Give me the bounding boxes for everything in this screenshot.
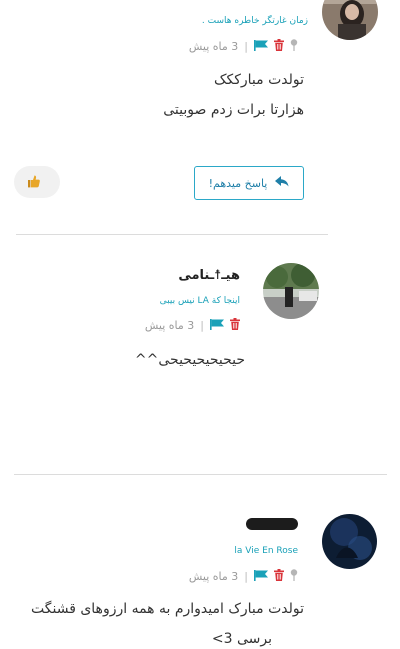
pin-icon[interactable] [290,39,298,54]
comment-line: تولدت مبارک امیدوارم به همه ارزوهای قشنگ… [31,601,304,617]
user-subtitle: زمان غارتگر خاطره هاست . [201,16,308,26]
comment-meta: | 3 ماه پیش [189,569,298,584]
comment-line: برسی 3> [211,631,272,647]
comment-divider [16,234,328,235]
meta-separator: | [244,570,248,583]
user-subtitle: اینجا کة LA نیس بیبی [159,296,240,306]
comment-time: 3 ماه پیش [188,40,239,53]
comment-line: حیحیحیحیحیحی^^ [134,352,245,368]
username-scribble [246,518,298,530]
pin-icon[interactable] [290,569,298,584]
comment-time: 3 ماه پیش [144,319,195,332]
delete-icon[interactable] [274,569,284,584]
avatar[interactable] [263,263,319,319]
flag-icon[interactable] [254,39,268,54]
username[interactable]: هیـ☨ـنامی [178,268,240,283]
thumbs-up-icon [28,173,40,192]
meta-separator: | [244,40,248,53]
delete-icon[interactable] [230,318,240,333]
comment-line: هزارتا برات زدم صوبیتی [163,102,304,118]
reply-button[interactable]: پاسخ میدهم! [194,166,304,200]
like-button[interactable] [14,166,60,198]
delete-icon[interactable] [274,39,284,54]
meta-separator: | [200,319,204,332]
avatar[interactable] [322,514,377,569]
reply-label: پاسخ میدهم! [208,176,268,190]
flag-icon[interactable] [210,318,224,333]
avatar[interactable] [322,0,378,40]
comment-divider [14,474,387,475]
comment-meta: | 3 ماه پیش [145,318,240,333]
flag-icon[interactable] [254,569,268,584]
user-subtitle: la Vie En Rose [234,546,298,556]
comment-line: تولدت مبارککک [213,72,304,88]
comment-meta: | 3 ماه پیش [189,39,298,54]
comment-time: 3 ماه پیش [188,570,239,583]
reply-arrow-icon [275,176,289,190]
